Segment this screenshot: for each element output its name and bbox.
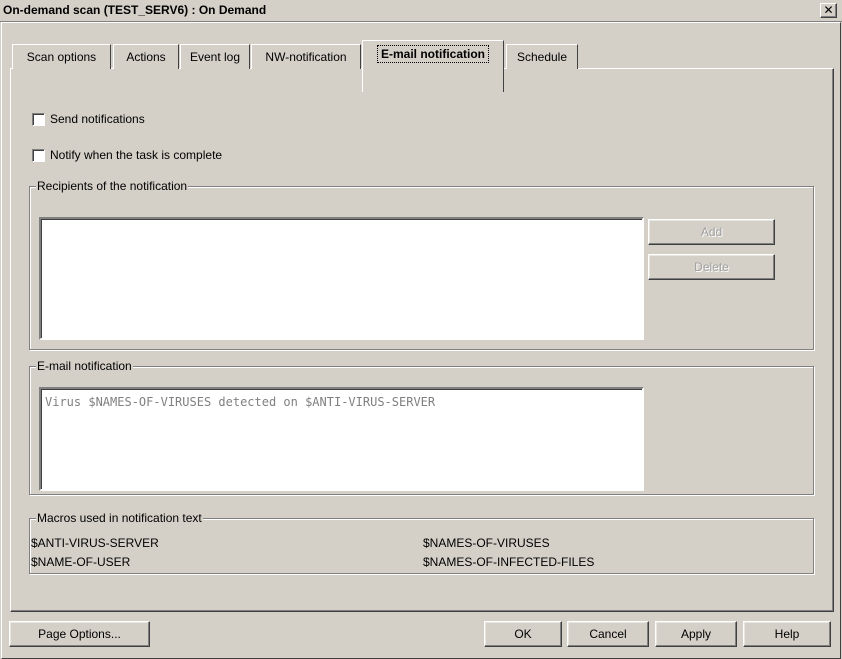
close-icon: ✕	[823, 3, 834, 17]
macro-item: $NAMES-OF-INFECTED-FILES	[423, 555, 595, 569]
page-options-label: Page Options...	[38, 627, 121, 641]
tab-label: E-mail notification	[376, 45, 490, 63]
close-button[interactable]: ✕	[820, 3, 837, 18]
tab-label: Actions	[126, 50, 166, 64]
macro-item: $NAMES-OF-VIRUSES	[423, 536, 550, 550]
macros-legend: Macros used in notification text	[36, 511, 203, 525]
tab-schedule[interactable]: Schedule	[506, 44, 578, 69]
recipients-legend: Recipients of the notification	[36, 179, 189, 193]
delete-button-label: Delete	[694, 260, 729, 274]
window-title: On-demand scan (TEST_SERV6) : On Demand	[3, 3, 267, 17]
notify-complete-label: Notify when the task is complete	[50, 148, 223, 162]
help-button[interactable]: Help	[743, 621, 831, 647]
tab-label: Schedule	[516, 50, 568, 64]
send-notifications-label: Send notifications	[50, 112, 145, 126]
send-notifications-checkbox[interactable]: Send notifications	[32, 111, 145, 127]
email-notification-legend: E-mail notification	[36, 359, 133, 373]
page-options-button[interactable]: Page Options...	[9, 621, 150, 647]
help-label: Help	[774, 627, 800, 641]
tab-label: Scan options	[26, 50, 97, 64]
tab-event-log[interactable]: Event log	[180, 44, 250, 69]
tab-email-notification[interactable]: E-mail notification	[362, 40, 504, 92]
checkbox-box[interactable]	[32, 148, 45, 162]
recipients-list[interactable]	[39, 217, 644, 340]
tab-label: NW-notification	[265, 50, 347, 64]
delete-recipient-button[interactable]: Delete	[648, 254, 775, 280]
notify-complete-checkbox[interactable]: Notify when the task is complete	[32, 147, 222, 163]
apply-button[interactable]: Apply	[655, 621, 737, 647]
add-recipient-button[interactable]: Add	[648, 219, 775, 245]
cancel-button[interactable]: Cancel	[567, 621, 649, 647]
tab-scan-options[interactable]: Scan options	[12, 44, 111, 69]
tab-actions[interactable]: Actions	[113, 44, 179, 69]
email-message-field[interactable]: Virus $NAMES-OF-VIRUSES detected on $ANT…	[39, 387, 644, 491]
macro-item: $ANTI-VIRUS-SERVER	[31, 536, 159, 550]
email-message-text: Virus $NAMES-OF-VIRUSES detected on $ANT…	[45, 395, 436, 409]
macro-item: $NAME-OF-USER	[31, 555, 131, 569]
title-bar: On-demand scan (TEST_SERV6) : On Demand …	[0, 0, 842, 22]
ok-label: OK	[514, 627, 532, 641]
ok-button[interactable]: OK	[484, 621, 562, 647]
checkbox-box[interactable]	[32, 112, 45, 126]
tab-nw-notification[interactable]: NW-notification	[251, 44, 361, 69]
cancel-label: Cancel	[589, 627, 627, 641]
add-button-label: Add	[700, 225, 723, 239]
apply-label: Apply	[680, 627, 712, 641]
tab-label: Event log	[189, 50, 241, 64]
